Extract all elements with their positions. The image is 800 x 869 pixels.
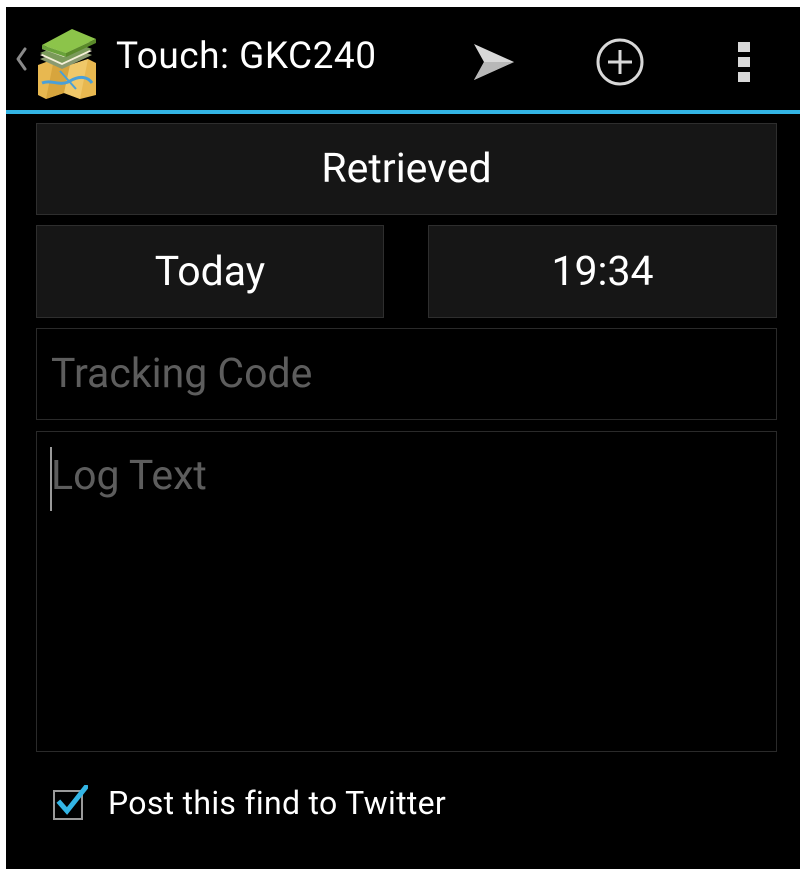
chevron-left-icon[interactable] (14, 45, 28, 73)
tracking-code-input[interactable] (37, 329, 776, 419)
send-icon (474, 44, 514, 80)
tracking-code-field (36, 328, 777, 420)
date-button[interactable]: Today (36, 225, 384, 318)
app-screen: Touch: GKC240 Retrieved Today 19:34 Trac… (6, 7, 800, 869)
twitter-checkbox-row[interactable]: Post this find to Twitter (52, 779, 446, 827)
overflow-menu-button[interactable] (711, 29, 777, 95)
send-button[interactable] (461, 29, 527, 95)
log-text-input[interactable] (37, 432, 776, 751)
checkbox-checked-icon (53, 783, 90, 820)
action-bar-divider (6, 110, 800, 114)
time-button[interactable]: 19:34 (428, 225, 777, 318)
map-book-icon[interactable] (30, 25, 104, 99)
text-cursor (50, 447, 52, 511)
log-text-field (36, 431, 777, 752)
add-circle-icon (596, 38, 644, 86)
twitter-checkbox[interactable] (52, 783, 90, 821)
page-title: Touch: GKC240 (116, 35, 377, 78)
add-button[interactable] (587, 29, 653, 95)
action-bar: Touch: GKC240 (6, 7, 800, 114)
log-type-button[interactable]: Retrieved (36, 123, 777, 215)
twitter-checkbox-label: Post this find to Twitter (108, 784, 447, 822)
more-vert-icon (738, 42, 750, 82)
